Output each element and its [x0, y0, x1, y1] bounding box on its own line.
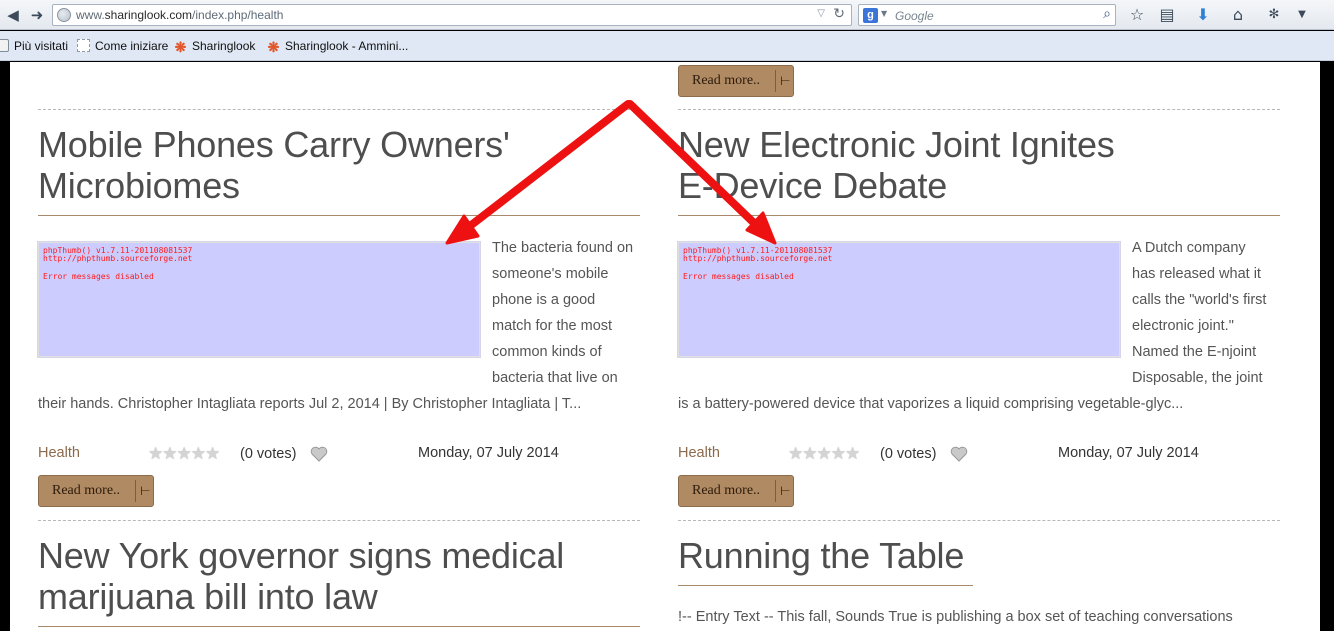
article-text-line: bacteria that live on [492, 370, 618, 386]
forward-icon[interactable]: ➜ [27, 5, 47, 25]
article-text-line: their hands. Christopher Intagliata repo… [38, 396, 582, 412]
article-text-line: The bacteria found on [492, 240, 634, 256]
article-title[interactable]: Mobile Phones Carry Owners' Microbiomes [38, 124, 510, 206]
read-more-label: Read more.. [52, 483, 121, 498]
vote-count: (0 votes) [880, 446, 937, 462]
article-text-line: !-- Entry Text -- This fall, Sounds True… [678, 609, 1233, 625]
url-domain: sharinglook.com [104, 8, 193, 22]
article-thumbnail[interactable]: phpThumb() v1.7.11-201108081537 http://p… [677, 241, 1121, 358]
bookmark-label: Più visitati [14, 39, 69, 53]
title-rule [678, 585, 973, 586]
url-path: /index.php/health [192, 8, 284, 22]
divider [38, 109, 640, 110]
article-text-line: A Dutch company [1132, 240, 1246, 256]
page-content: Read more.. ⊢ Mobile Phones Carry Owners… [10, 62, 1320, 631]
article-text-line: someone's mobile [492, 266, 609, 282]
thumb-error-line: http://phpthumb.sourceforge.net [43, 254, 193, 263]
rating-stars[interactable]: ★★★★★ [788, 444, 860, 464]
favorite-heart-icon[interactable] [310, 446, 328, 462]
thumb-error-line: Error messages disabled [683, 272, 794, 281]
article-text-line: is a battery-powered device that vaporiz… [678, 396, 1184, 412]
article-date: Monday, 07 July 2014 [418, 445, 559, 461]
title-line: Mobile Phones Carry Owners' [38, 124, 510, 165]
article-thumbnail[interactable]: phpThumb() v1.7.11-201108081537 http://p… [37, 241, 481, 358]
bookmark-label: Sharinglook [192, 39, 256, 53]
article-title[interactable]: New York governor signs medical marijuan… [38, 535, 564, 617]
article-title[interactable]: Running the Table [678, 535, 964, 576]
divider [38, 520, 640, 521]
divider [678, 109, 1280, 110]
downloads-icon[interactable]: ⬇ [1193, 5, 1213, 25]
divider [678, 520, 1280, 521]
title-rule [38, 215, 640, 216]
thumb-error-line: Error messages disabled [43, 272, 154, 281]
bookmark-sharinglook-admin[interactable]: ❋ Sharinglook - Ammini... [267, 39, 409, 55]
category-link[interactable]: Health [38, 445, 80, 461]
folder-icon [0, 39, 9, 52]
search-input[interactable]: Google [895, 9, 934, 23]
article-text-line: Named the E-njoint [1132, 344, 1257, 360]
category-link[interactable]: Health [678, 445, 720, 461]
engine-dropdown-icon[interactable]: ▼ [881, 9, 887, 18]
title-rule [678, 215, 1280, 216]
article-text-line: has released what it [1132, 266, 1261, 282]
read-more-button[interactable]: Read more.. ⊢ [38, 475, 154, 507]
bookmark-label: Come iniziare [95, 39, 169, 53]
title-rule [38, 626, 640, 627]
title-line: Microbiomes [38, 165, 240, 206]
url-prefix: www. [76, 8, 105, 22]
globe-icon [57, 8, 71, 22]
bookmark-most-visited[interactable]: Più visitati [0, 39, 68, 55]
read-more-arrow-icon: ⊢ [140, 484, 151, 498]
rating-stars[interactable]: ★★★★★ [148, 444, 220, 464]
title-line: E-Device Debate [678, 165, 948, 206]
column-right-articles: New Electronic Joint Ignites E-Device De… [677, 62, 1280, 631]
article-text-line: phone is a good [492, 292, 596, 308]
menu-dropdown-icon[interactable]: ▼ [1292, 5, 1312, 25]
browser-toolbar: ◀ ➜ www.sharinglook.com/index.php/health… [0, 0, 1334, 30]
read-more-button[interactable]: Read more.. ⊢ [678, 475, 794, 507]
article-text-line: calls the "world's first [1132, 292, 1267, 308]
bookmark-getting-started[interactable]: Come iniziare [77, 39, 168, 55]
article-text-line: match for the most [492, 318, 613, 334]
article-text-line: Disposable, the joint [1132, 370, 1263, 386]
read-more-arrow-icon: ⊢ [780, 484, 791, 498]
bookmark-sharinglook[interactable]: ❋ Sharinglook [174, 39, 256, 55]
title-line: New York governor signs medical [38, 535, 565, 576]
title-line: Running the Table [678, 535, 965, 576]
bookmarks-bar: Più visitati Come iniziare ❋ Sharinglook … [0, 31, 1334, 61]
title-line: New Electronic Joint Ignites [678, 124, 1115, 165]
article-text-line: common kinds of [492, 344, 602, 360]
bookmarks-list-icon[interactable]: ▤ [1157, 5, 1177, 25]
search-icon[interactable]: ⌕ [1103, 6, 1111, 22]
url-dropdown-icon[interactable]: ▽ [817, 8, 825, 19]
read-more-separator [775, 480, 776, 502]
column-left: Mobile Phones Carry Owners' Microbiomes … [37, 62, 640, 631]
read-more-separator [135, 480, 136, 502]
url-text[interactable]: www.sharinglook.com/index.php/health [76, 8, 283, 22]
page-icon [77, 39, 90, 52]
thumb-error-line: http://phpthumb.sourceforge.net [683, 254, 833, 263]
url-bar[interactable]: www.sharinglook.com/index.php/health ▽ ↻ [52, 4, 852, 26]
article-text-line: electronic joint." [1132, 318, 1234, 334]
home-icon[interactable]: ⌂ [1228, 5, 1248, 25]
joomla-icon: ❋ [174, 39, 187, 55]
read-more-label: Read more.. [692, 483, 761, 498]
bookmark-label: Sharinglook - Ammini... [285, 39, 409, 53]
addon-icon[interactable]: ✻ [1264, 5, 1284, 25]
article-date: Monday, 07 July 2014 [1058, 445, 1199, 461]
title-line: marijuana bill into law [38, 576, 378, 617]
bookmark-star-icon[interactable]: ☆ [1127, 5, 1147, 25]
search-bar[interactable]: g ▼ Google ⌕ [858, 4, 1116, 26]
google-icon[interactable]: g [863, 8, 878, 23]
joomla-icon: ❋ [267, 39, 280, 55]
back-icon[interactable]: ◀ [3, 5, 23, 25]
favorite-heart-icon[interactable] [950, 446, 968, 462]
article-title[interactable]: New Electronic Joint Ignites E-Device De… [678, 124, 1115, 206]
reload-icon[interactable]: ↻ [833, 6, 845, 22]
vote-count: (0 votes) [240, 446, 297, 462]
